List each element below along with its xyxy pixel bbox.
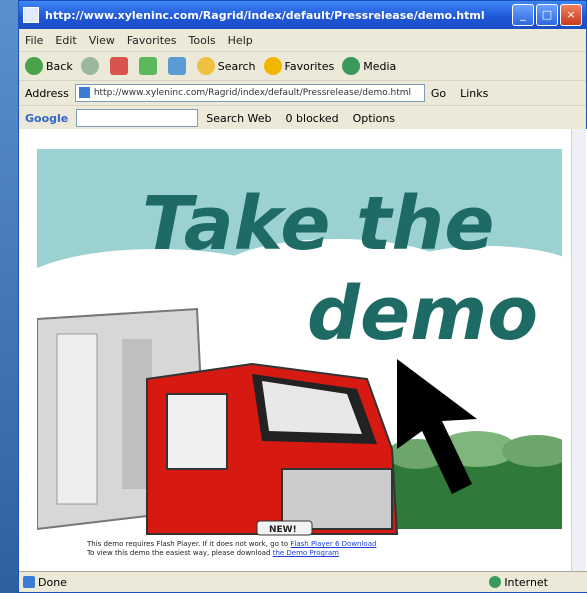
address-bar: Address http://www.xyleninc.com/Ragrid/i…: [19, 81, 586, 106]
back-label: Back: [46, 59, 73, 73]
caption-text-2: To view this demo the easiest way, pleas…: [87, 549, 271, 557]
address-input[interactable]: http://www.xyleninc.com/Ragrid/index/def…: [74, 84, 425, 102]
browser-window: http://www.xyleninc.com/Ragrid/index/def…: [18, 0, 587, 593]
ie-page-icon: [23, 576, 35, 588]
search-web-button[interactable]: Search Web: [206, 112, 271, 125]
search-icon: [196, 57, 215, 75]
address-url: http://www.xyleninc.com/Ragrid/index/def…: [93, 88, 412, 98]
options-button[interactable]: Options: [353, 112, 395, 125]
ie-icon: [23, 7, 39, 23]
flash-download-link[interactable]: Flash Player 6 Download: [290, 540, 376, 548]
truck-cab: [146, 362, 399, 536]
media-icon: [342, 57, 361, 75]
menu-view[interactable]: View: [89, 34, 115, 47]
menu-help[interactable]: Help: [228, 34, 253, 47]
globe-icon: [489, 576, 502, 588]
vertical-scrollbar[interactable]: [571, 129, 586, 574]
menu-tools[interactable]: Tools: [189, 34, 216, 47]
standard-toolbar: Back Search Favorites Media: [19, 52, 586, 81]
refresh-button[interactable]: [138, 57, 160, 75]
zone-text: Internet: [504, 575, 548, 589]
google-toolbar: Google Search Web 0 blocked Options: [19, 106, 586, 131]
stop-button[interactable]: [109, 57, 131, 75]
go-button[interactable]: Go: [431, 87, 446, 100]
status-bar: Done Internet: [19, 571, 587, 592]
forward-arrow-icon: [80, 57, 99, 75]
links-button[interactable]: Links: [460, 87, 488, 100]
popup-blocked[interactable]: 0 blocked: [286, 112, 339, 125]
page-content: Take the demo NEW! This demo requires Fl…: [19, 129, 587, 574]
close-button[interactable]: ×: [560, 4, 582, 26]
back-arrow-icon: [25, 57, 43, 75]
demo-program-link[interactable]: the Demo Program: [273, 549, 339, 557]
home-button[interactable]: [167, 57, 189, 75]
favorites-button[interactable]: Favorites: [263, 57, 335, 75]
star-icon: [263, 57, 282, 75]
google-logo[interactable]: Google: [25, 112, 68, 125]
title-bar[interactable]: http://www.xyleninc.com/Ragrid/index/def…: [19, 1, 586, 29]
page-icon: [78, 87, 90, 98]
search-label: Search: [217, 59, 256, 73]
demo-illustration: Take the demo NEW!: [37, 181, 562, 539]
back-button[interactable]: Back: [25, 57, 73, 75]
banner-line2: demo: [307, 271, 538, 357]
address-label: Address: [25, 86, 69, 100]
media-label: Media: [363, 59, 397, 73]
caption-text: This demo requires Flash Player. If it d…: [87, 540, 289, 548]
demo-caption: This demo requires Flash Player. If it d…: [87, 540, 517, 558]
tree-line: [387, 431, 562, 529]
menu-edit[interactable]: Edit: [55, 34, 76, 47]
media-button[interactable]: Media: [342, 57, 396, 75]
forward-button[interactable]: [80, 57, 102, 75]
search-button[interactable]: Search: [196, 57, 256, 75]
new-badge: NEW!: [269, 525, 297, 535]
maximize-button[interactable]: □: [536, 4, 558, 26]
menu-bar: File Edit View Favorites Tools Help: [19, 29, 586, 52]
demo-banner[interactable]: Take the demo NEW!: [37, 149, 562, 539]
google-search-input[interactable]: [76, 109, 199, 127]
favorites-label: Favorites: [284, 59, 335, 73]
menu-favorites[interactable]: Favorites: [127, 34, 177, 47]
desktop-background: [0, 0, 18, 593]
window-title: http://www.xyleninc.com/Ragrid/index/def…: [45, 8, 485, 22]
status-text: Done: [38, 575, 67, 589]
home-icon: [167, 57, 186, 75]
stop-icon: [109, 57, 128, 75]
minimize-button[interactable]: _: [512, 4, 534, 26]
banner-line1: Take the: [142, 181, 494, 267]
refresh-icon: [138, 57, 157, 75]
menu-file[interactable]: File: [25, 34, 43, 47]
